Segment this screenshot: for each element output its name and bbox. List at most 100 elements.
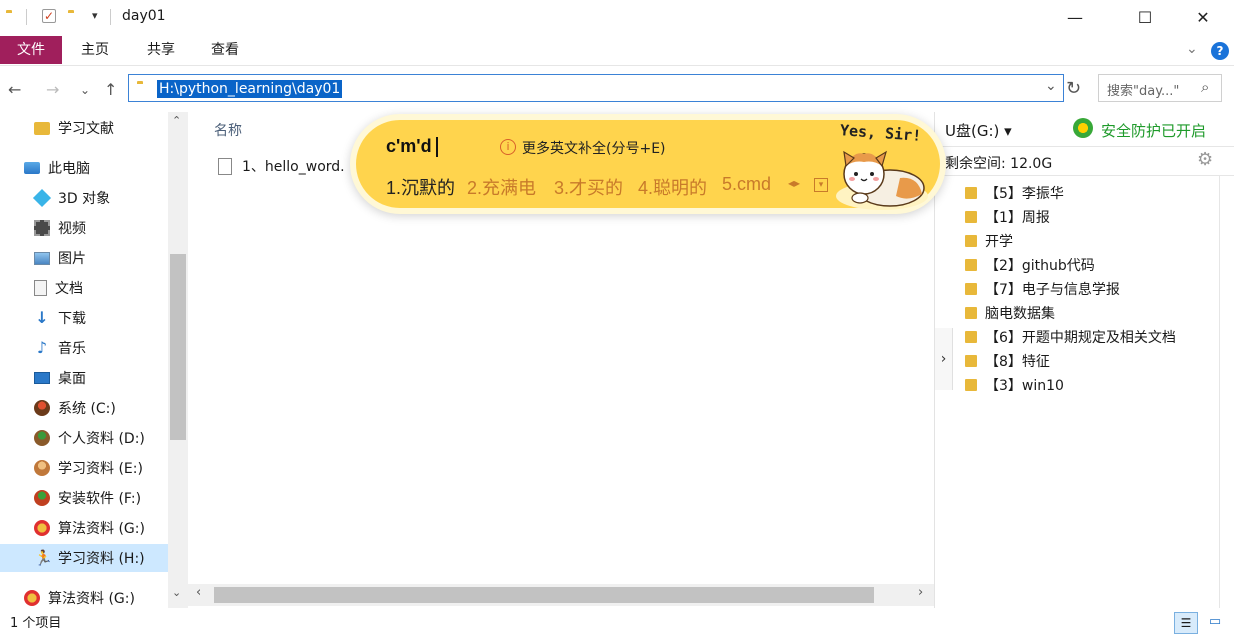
computer-icon	[24, 162, 40, 174]
video-icon	[34, 220, 50, 236]
details-view-icon[interactable]: ☰	[1174, 612, 1198, 634]
folder-icon	[965, 259, 977, 271]
folder-icon	[34, 121, 50, 135]
horizontal-scrollbar-thumb[interactable]	[214, 587, 874, 603]
list-item[interactable]: 开学	[965, 229, 1013, 253]
nav-item-drive-d[interactable]: 个人资料 (D:)	[0, 424, 168, 452]
folder-icon	[965, 307, 977, 319]
tab-view[interactable]: 查看	[196, 36, 254, 64]
ime-candidate-4[interactable]: 4.聪明的	[638, 174, 707, 200]
ime-candidate-3[interactable]: 3.才买的	[554, 174, 623, 200]
documents-icon	[34, 280, 47, 296]
customize-toolbar-icon[interactable]: ▾	[92, 9, 98, 22]
refresh-icon[interactable]: ↻	[1066, 78, 1081, 99]
nav-item-music[interactable]: ♪ 音乐	[0, 334, 168, 362]
nav-item-drive-e[interactable]: 学习资料 (E:)	[0, 454, 168, 482]
page-arrows-icon[interactable]: ◂▸	[788, 176, 800, 190]
info-icon: i	[500, 139, 516, 155]
security-status[interactable]: 安全防护已开启	[1101, 120, 1206, 141]
nav-item-this-pc[interactable]: 此电脑	[0, 154, 168, 182]
ribbon: 文件 主页 共享 查看 ⌄ ?	[0, 36, 1234, 66]
mascot-caption: Yes, Sir!	[839, 121, 922, 145]
nav-item-downloads[interactable]: ↓ 下载	[0, 304, 168, 332]
address-bar[interactable]: H:\python_learning\day01 ⌄	[128, 74, 1064, 102]
minimize-button[interactable]: —	[1052, 0, 1098, 34]
back-icon[interactable]: ←	[8, 80, 21, 99]
nav-scrollbar-thumb[interactable]	[170, 254, 186, 440]
nav-item-study-literature[interactable]: 学习文献	[0, 114, 168, 142]
list-item[interactable]: 【2】github代码	[965, 253, 1095, 277]
scroll-down-icon[interactable]: ⌄	[172, 586, 181, 599]
folder-icon	[965, 211, 977, 223]
drive-icon	[34, 460, 50, 476]
drive-icon: 🏃	[34, 549, 53, 567]
divider	[1219, 176, 1220, 608]
divider	[26, 9, 27, 25]
search-input[interactable]: 搜索"day..." ⌕	[1098, 74, 1222, 102]
tab-file[interactable]: 文件	[0, 36, 62, 64]
title-bar: ✓ ▾ day01 — ☐ ✕	[0, 0, 1234, 36]
shiba-mascot-icon	[836, 150, 928, 210]
tab-share[interactable]: 共享	[132, 36, 190, 64]
close-button[interactable]: ✕	[1180, 0, 1226, 34]
scroll-left-icon[interactable]: ‹	[196, 585, 201, 600]
list-item[interactable]: 【1】周报	[965, 205, 1050, 229]
list-item[interactable]: 【7】电子与信息学报	[965, 277, 1120, 301]
tab-home[interactable]: 主页	[66, 36, 124, 64]
nav-item-videos[interactable]: 视频	[0, 214, 168, 242]
nav-item-3d-objects[interactable]: 3D 对象	[0, 184, 168, 212]
column-header-name[interactable]: 名称	[214, 120, 242, 140]
up-icon[interactable]: ↑	[104, 80, 117, 99]
file-icon	[218, 157, 232, 175]
drive-icon	[34, 430, 50, 446]
ime-hint[interactable]: 更多英文补全(分号+E)	[522, 138, 666, 158]
search-placeholder: 搜索"day..."	[1107, 84, 1180, 99]
maximize-button[interactable]: ☐	[1122, 0, 1168, 34]
nav-item-drive-c[interactable]: 系统 (C:)	[0, 394, 168, 422]
nav-item-desktop[interactable]: 桌面	[0, 364, 168, 392]
status-bar: 1 个项目 ☰ ▭	[0, 608, 1234, 638]
list-item[interactable]: 【5】李振华	[965, 181, 1064, 205]
free-space-row: 剩余空间: 12.0G ⚙	[935, 146, 1234, 176]
list-item[interactable]: 1、hello_word.	[218, 154, 345, 178]
forward-icon[interactable]: →	[46, 80, 59, 99]
search-icon[interactable]: ⌕	[1201, 78, 1209, 96]
scroll-up-icon[interactable]: ⌃	[172, 114, 181, 127]
ime-candidate-2[interactable]: 2.充满电	[467, 174, 536, 200]
folder-icon	[965, 283, 977, 295]
nav-item-documents[interactable]: 文档	[0, 274, 168, 302]
address-path[interactable]: H:\python_learning\day01	[157, 80, 343, 98]
address-dropdown-icon[interactable]: ⌄	[1045, 78, 1057, 94]
nav-item-drive-h[interactable]: 🏃 学习资料 (H:)	[0, 544, 168, 572]
collapse-panel-button[interactable]: ›	[935, 328, 953, 390]
desktop-icon	[34, 372, 50, 384]
ime-candidate-1[interactable]: 1.沉默的	[386, 174, 455, 200]
help-icon[interactable]: ?	[1211, 42, 1229, 60]
properties-icon[interactable]: ✓	[42, 9, 56, 23]
list-item[interactable]: 【3】win10	[965, 373, 1064, 397]
nav-item-drive-g[interactable]: 算法资料 (G:)	[0, 514, 168, 542]
address-row: ← → ⌄ ↑ H:\python_learning\day01 ⌄ ↻ 搜索"…	[0, 68, 1234, 112]
list-item[interactable]: 【8】特征	[965, 349, 1050, 373]
music-icon: ♪	[36, 338, 48, 357]
expand-candidates-icon[interactable]: ▾	[814, 178, 828, 192]
scroll-right-icon[interactable]: ›	[918, 585, 923, 600]
nav-item-drive-f[interactable]: 安装软件 (F:)	[0, 484, 168, 512]
divider	[110, 9, 111, 25]
free-space: 剩余空间: 12.0G	[945, 156, 1053, 172]
nav-scrollbar[interactable]: ⌃ ⌄	[168, 112, 188, 608]
horizontal-scrollbar[interactable]: ‹ ›	[188, 584, 934, 606]
folder-icon	[965, 187, 977, 199]
list-item[interactable]: 【6】开题中期规定及相关文档	[965, 325, 1176, 349]
drive-icon	[34, 520, 50, 536]
ime-candidate-5[interactable]: 5.cmd	[722, 174, 771, 195]
nav-item-pictures[interactable]: 图片	[0, 244, 168, 272]
large-icons-view-icon[interactable]: ▭	[1204, 612, 1226, 634]
recent-locations-icon[interactable]: ⌄	[80, 83, 90, 97]
drive-selector[interactable]: U盘(G:) ▾	[945, 120, 1012, 141]
list-item[interactable]: 脑电数据集	[965, 301, 1055, 325]
drive-icon	[34, 400, 50, 416]
gear-icon[interactable]: ⚙	[1197, 149, 1213, 170]
expand-ribbon-icon[interactable]: ⌄	[1186, 41, 1198, 57]
drive-icon	[34, 490, 50, 506]
